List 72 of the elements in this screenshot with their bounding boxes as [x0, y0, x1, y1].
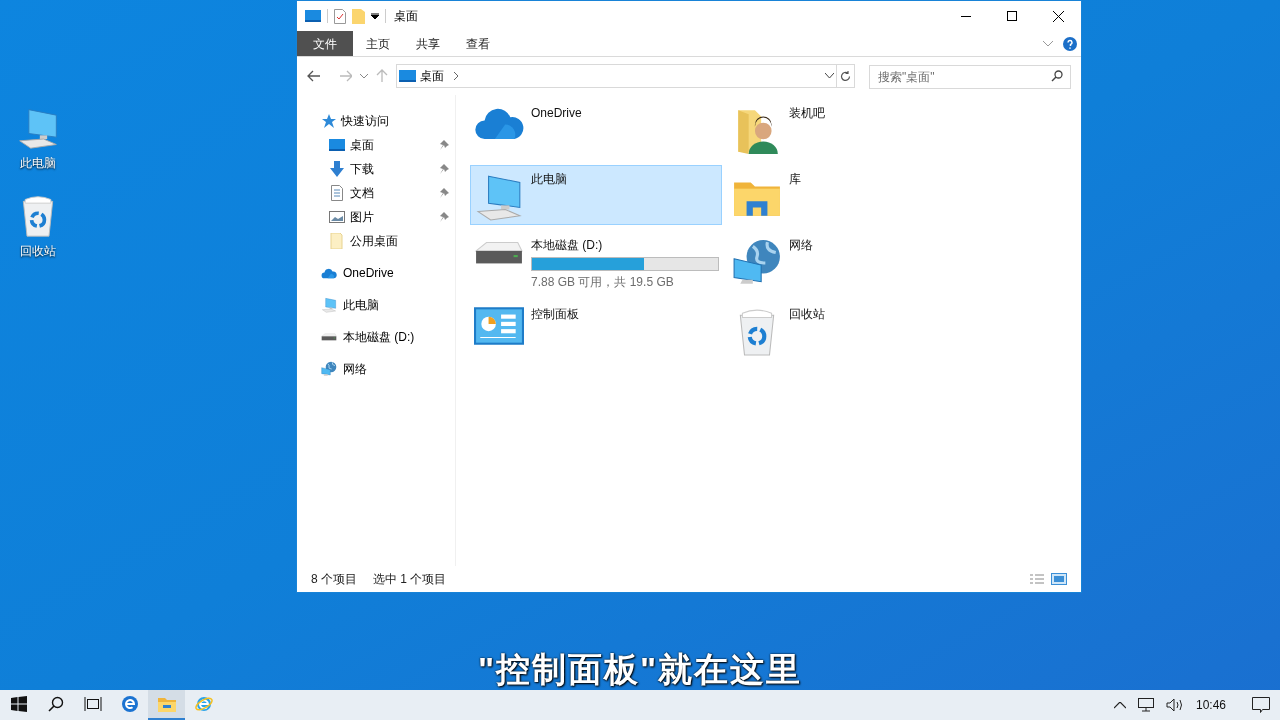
browser-e-icon [120, 695, 139, 713]
cloud-icon [473, 106, 525, 141]
computer-icon [16, 106, 60, 150]
address-bar[interactable]: 桌面 [396, 64, 838, 88]
nav-item[interactable]: 下载 [297, 157, 455, 181]
nav-item[interactable]: 文档 [297, 181, 455, 205]
nav-item[interactable]: OneDrive [297, 261, 455, 285]
chevron-down-icon[interactable] [360, 73, 369, 79]
desktop-icon [399, 70, 417, 82]
search-icon [1051, 69, 1063, 82]
picture-icon [329, 209, 345, 225]
desktop-icon-label[interactable]: 回收站 [20, 242, 56, 260]
search-field[interactable]: 搜索"桌面" [869, 64, 1071, 89]
nav-item[interactable]: 图片 [297, 205, 455, 229]
nav-item[interactable]: 桌面 [297, 133, 455, 157]
window-title: 桌面 [394, 8, 418, 25]
chevron-right-icon [454, 72, 460, 80]
nav-item[interactable]: 公用桌面 [297, 229, 455, 253]
selection-count: 选中 1 个项目 [373, 571, 447, 588]
maximize-icon [1007, 11, 1017, 21]
search-icon [47, 696, 64, 712]
folder-item[interactable]: 本地磁盘 (D:) 7.88 GB 可用，共 19.5 GB [470, 231, 722, 294]
globe-e-icon [194, 695, 213, 713]
computer-icon [321, 297, 337, 313]
close-icon [1052, 10, 1064, 22]
ribbon-tab[interactable]: 查看 [453, 31, 503, 56]
task-view-icon [83, 696, 102, 712]
network-globe-icon [321, 361, 337, 377]
folder-item[interactable]: 回收站 [728, 300, 980, 360]
folder-item[interactable]: 库 [728, 165, 980, 225]
control-panel-icon [473, 307, 525, 345]
drive-space-text: 7.88 GB 可用，共 19.5 GB [531, 274, 675, 291]
refresh-button[interactable] [837, 64, 855, 88]
refresh-icon [840, 70, 852, 82]
nav-item[interactable]: 本地磁盘 (D:) [297, 325, 455, 349]
desktop-icon [329, 139, 345, 151]
large-icons-view-icon[interactable] [1051, 573, 1067, 585]
dropdown-arrow-icon[interactable] [371, 13, 379, 19]
clock-time[interactable]: 10:46 [1195, 696, 1226, 714]
nav-item[interactable]: 网络 [297, 357, 455, 381]
back-arrow-icon[interactable] [307, 70, 321, 82]
drive-icon [321, 332, 337, 342]
ribbon-tab[interactable]: 主页 [353, 31, 403, 56]
help-icon[interactable] [1063, 36, 1077, 51]
folder-item[interactable]: OneDrive [470, 99, 722, 159]
folder-icon [329, 233, 345, 249]
nav-item[interactable]: 快速访问 [297, 109, 455, 133]
nav-item[interactable]: 此电脑 [297, 293, 455, 317]
chevron-up-icon[interactable] [1113, 701, 1126, 709]
chevron-down-icon[interactable] [825, 73, 835, 79]
address-path: 桌面 [420, 68, 445, 85]
star-icon [321, 113, 337, 129]
video-subtitle: "控制面板"就在这里 [476, 650, 804, 688]
notification-icon[interactable] [1252, 697, 1270, 713]
folder-item[interactable]: 控制面板 [470, 300, 722, 360]
item-count: 8 个项目 [311, 571, 357, 588]
folder-item[interactable]: 网络 [728, 231, 980, 294]
download-arrow-icon [329, 161, 345, 177]
folder-item[interactable]: 此电脑 [470, 165, 722, 225]
minimize-icon [961, 15, 971, 17]
desktop-icon [305, 10, 321, 22]
windows-logo-icon [10, 696, 27, 712]
network-icon[interactable] [1137, 698, 1154, 712]
desktop-icon-label[interactable]: 此电脑 [20, 154, 56, 172]
ribbon-tab[interactable]: 共享 [403, 31, 453, 56]
folder-item[interactable]: 装机吧 [728, 99, 980, 159]
document-icon [329, 185, 345, 201]
cloud-icon [321, 267, 337, 279]
speaker-icon[interactable] [1165, 698, 1184, 712]
ribbon-tab[interactable]: 文件 [297, 31, 353, 56]
properties-icon[interactable] [334, 8, 346, 24]
folder-icon [157, 696, 176, 712]
